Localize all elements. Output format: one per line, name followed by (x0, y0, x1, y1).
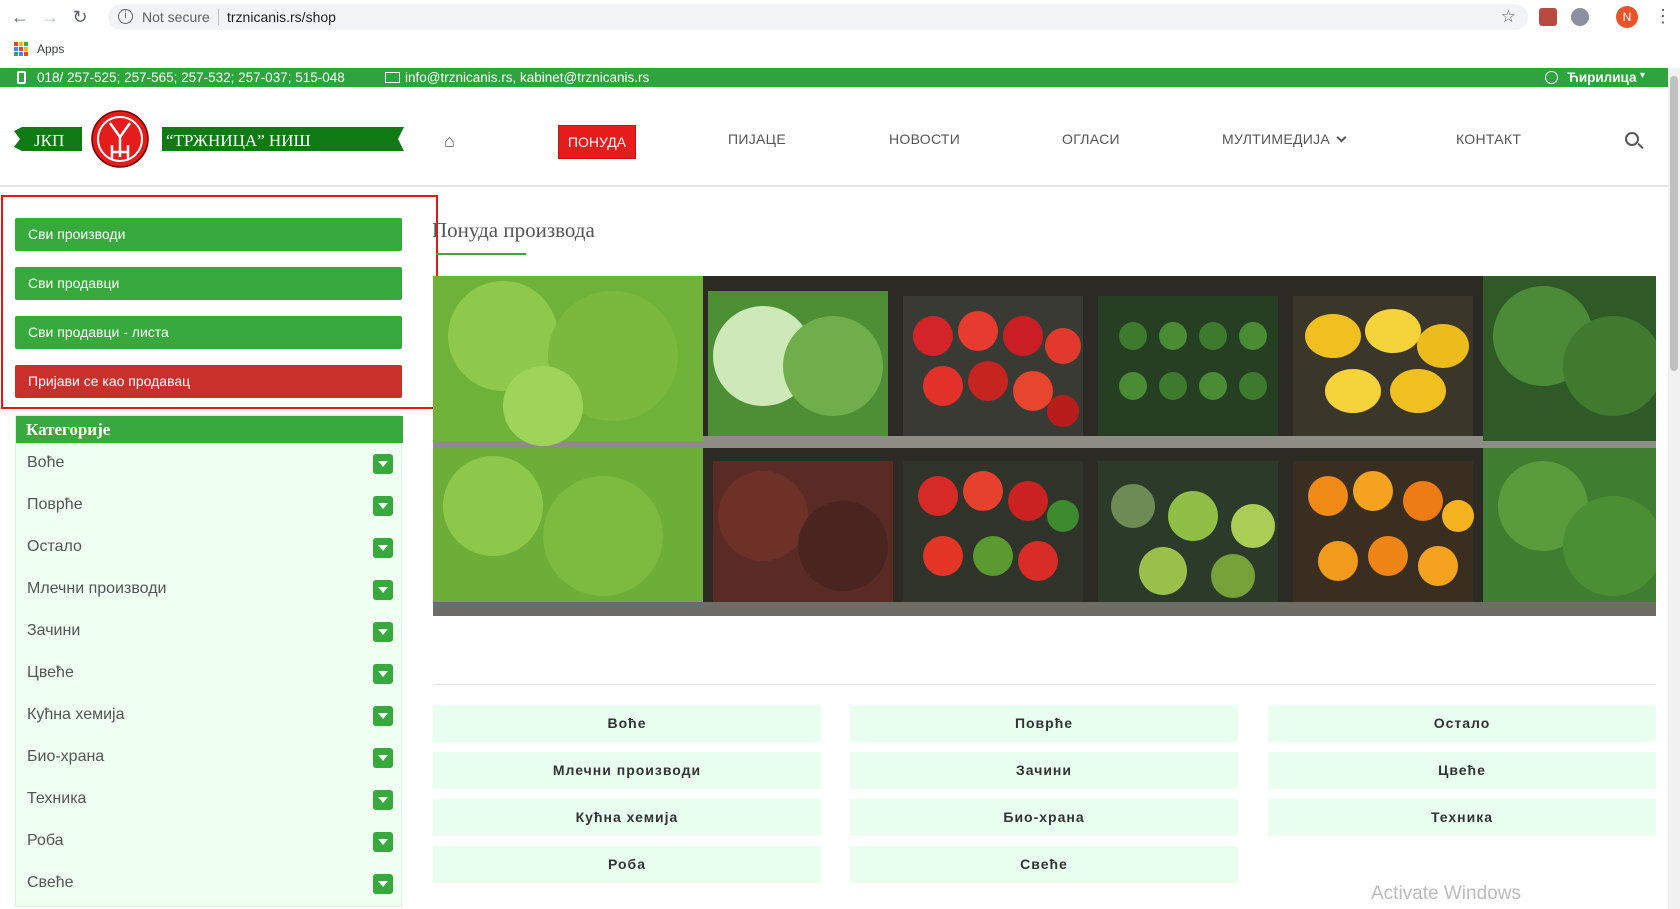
contact-bar: 018/ 257-525; 257-565; 257-532; 257-037;… (0, 68, 1668, 87)
back-arrow-icon[interactable]: ← (9, 6, 31, 28)
categories-title: Категорије (16, 416, 403, 443)
category-label[interactable]: Зачини (27, 622, 80, 640)
forward-arrow-icon[interactable]: → (39, 6, 61, 28)
category-label[interactable]: Техника (27, 790, 86, 808)
expand-toggle-icon[interactable] (373, 538, 393, 558)
expand-toggle-icon[interactable] (373, 790, 393, 810)
category-tile[interactable]: Роба (433, 846, 821, 883)
category-tile[interactable]: Млечни производи (433, 752, 821, 789)
site-logo[interactable]: ЈКП “ТРЖНИЦА” НИШ (14, 109, 404, 169)
category-row[interactable]: Воће (16, 443, 403, 485)
extension-icon[interactable] (1571, 8, 1589, 26)
profile-avatar[interactable]: N (1616, 6, 1638, 28)
bookmark-star-icon[interactable]: ☆ (1501, 7, 1516, 27)
logo-left-text: ЈКП (34, 131, 64, 150)
category-label[interactable]: Воће (27, 454, 64, 472)
category-label[interactable]: Млечни производи (27, 580, 166, 598)
reload-icon[interactable]: ↻ (69, 6, 91, 28)
category-row[interactable]: Роба (16, 821, 403, 863)
browser-menu-icon[interactable]: ⋮ (1654, 6, 1672, 26)
site-header: ЈКП “ТРЖНИЦА” НИШ ⌂ ПОНУДА ПИЈАЦЕ НОВОСТ… (0, 87, 1668, 187)
category-tile[interactable]: Свеће (850, 846, 1238, 883)
page-title: Понуда производа (432, 218, 595, 242)
category-label[interactable]: Кућна хемија (27, 706, 125, 724)
category-label[interactable]: Остало (27, 538, 82, 556)
apps-grid-icon[interactable] (14, 42, 28, 56)
category-row[interactable]: Поврће (16, 485, 403, 527)
sellers-list-button[interactable]: Сви продавци - листа (15, 316, 402, 349)
expand-toggle-icon[interactable] (373, 496, 393, 516)
categories-panel: Категорије Воће Поврће Остало Млечни про… (15, 415, 403, 907)
page-scrollbar[interactable] (1668, 68, 1680, 909)
expand-toggle-icon[interactable] (373, 454, 393, 474)
section-divider (433, 684, 1656, 685)
nav-item-ponuda[interactable]: ПОНУДА (558, 125, 636, 159)
category-tile[interactable]: Зачини (850, 752, 1238, 789)
all-products-button[interactable]: Сви производи (15, 218, 402, 251)
security-label[interactable]: Not secure (142, 9, 210, 25)
vegetables-banner-image (433, 276, 1656, 616)
category-row[interactable]: Техника (16, 779, 403, 821)
info-icon[interactable]: i (118, 9, 133, 24)
category-label[interactable]: Роба (27, 832, 64, 850)
windows-activation-watermark: Activate Windows (1371, 883, 1521, 904)
category-tile[interactable]: Остало (1268, 705, 1656, 742)
category-row[interactable]: Свеће (16, 863, 403, 905)
category-tile[interactable]: Био-храна (850, 799, 1238, 836)
phone-numbers: 018/ 257-525; 257-565; 257-532; 257-037;… (37, 70, 345, 85)
nav-item-pijace[interactable]: ПИЈАЦЕ (728, 131, 786, 147)
category-label[interactable]: Поврће (27, 496, 83, 514)
search-icon[interactable] (1625, 132, 1639, 146)
category-tile[interactable]: Поврће (850, 705, 1238, 742)
bookmarks-bar: Apps (0, 34, 1680, 66)
mail-icon (385, 72, 400, 83)
category-row[interactable]: Млечни производи (16, 569, 403, 611)
category-tile[interactable]: Кућна хемија (433, 799, 821, 836)
title-underline (436, 253, 526, 255)
url-text[interactable]: trznicanis.rs/shop (227, 9, 336, 25)
category-tile[interactable]: Цвеће (1268, 752, 1656, 789)
expand-toggle-icon[interactable] (373, 706, 393, 726)
logo-right-text: “ТРЖНИЦА” НИШ (166, 131, 311, 150)
category-label[interactable]: Цвеће (27, 664, 74, 682)
pdf-extension-icon[interactable] (1539, 8, 1557, 26)
expand-toggle-icon[interactable] (373, 580, 393, 600)
nav-item-multimedija-label[interactable]: МУЛТИМЕДИЈА (1222, 131, 1330, 147)
category-row[interactable]: Кућна хемија (16, 695, 403, 737)
home-icon[interactable]: ⌂ (444, 131, 455, 152)
category-row[interactable]: Зачини (16, 611, 403, 653)
apps-link[interactable]: Apps (37, 42, 64, 56)
scrollbar-thumb[interactable] (1670, 76, 1678, 371)
nav-item-multimedija[interactable]: МУЛТИМЕДИЈА (1222, 131, 1347, 147)
nav-item-oglasi[interactable]: ОГЛАСИ (1062, 131, 1120, 147)
address-bar[interactable]: i Not secure trznicanis.rs/shop ☆ (108, 4, 1528, 30)
browser-toolbar: ← → ↻ i Not secure trznicanis.rs/shop ☆ … (0, 0, 1680, 34)
expand-toggle-icon[interactable] (373, 832, 393, 852)
expand-toggle-icon[interactable] (373, 748, 393, 768)
category-label[interactable]: Свеће (27, 874, 74, 892)
category-label[interactable]: Био-храна (27, 748, 104, 766)
address-separator (218, 9, 219, 25)
chevron-down-icon[interactable] (1336, 132, 1347, 143)
nav-item-kontakt[interactable]: КОНТАКТ (1456, 131, 1521, 147)
phone-icon (17, 71, 26, 84)
language-caret-icon[interactable]: ▾ (1640, 70, 1645, 81)
language-selector[interactable]: Ћирилица (1567, 70, 1637, 85)
expand-toggle-icon[interactable] (373, 622, 393, 642)
expand-toggle-icon[interactable] (373, 874, 393, 894)
nav-item-novosti[interactable]: НОВОСТИ (889, 131, 960, 147)
category-row[interactable]: Остало (16, 527, 403, 569)
expand-toggle-icon[interactable] (373, 664, 393, 684)
category-tile[interactable]: Воће (433, 705, 821, 742)
category-tile[interactable]: Техника (1268, 799, 1656, 836)
category-row[interactable]: Био-храна (16, 737, 403, 779)
globe-icon[interactable] (1545, 71, 1558, 84)
email-addresses[interactable]: info@trznicanis.rs, kabinet@trznicanis.r… (405, 70, 649, 85)
category-row[interactable]: Цвеће (16, 653, 403, 695)
all-sellers-button[interactable]: Сви продавци (15, 267, 402, 300)
register-seller-button[interactable]: Пријави се као продавац (15, 365, 402, 398)
